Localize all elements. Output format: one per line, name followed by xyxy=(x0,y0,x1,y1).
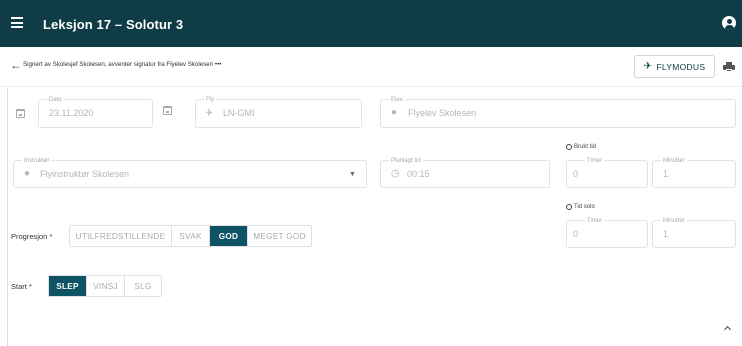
progression-option-svak[interactable]: SVAK xyxy=(172,226,210,246)
account-icon: ● xyxy=(24,168,31,179)
clock-icon: ◷ xyxy=(391,168,400,179)
hours-value: 0 xyxy=(573,169,579,179)
progression-toggle: UTILFREDSTILLENDE SVAK GOD MEGET GOD xyxy=(69,225,312,247)
solo-minutes-field[interactable]: Minutter 1 xyxy=(652,217,736,248)
progression-label: Progresjon * xyxy=(11,232,53,241)
minutes-value: 1 xyxy=(663,169,669,179)
used-hours-field[interactable]: Timer 0 xyxy=(566,157,648,188)
minutes-label: Minutter xyxy=(661,157,687,165)
hours-value: 0 xyxy=(573,229,579,239)
minutes-value: 1 xyxy=(663,229,669,239)
date-value: 23.11.2020 xyxy=(49,108,94,118)
progression-option-meget-god[interactable]: MEGET GOD xyxy=(248,226,311,246)
instructor-value: Flyinstruktør Skolesen xyxy=(40,169,130,179)
hours-label: Timer xyxy=(585,157,605,165)
start-option-vinsj[interactable]: VINSJ xyxy=(87,276,125,296)
dropdown-arrow-icon[interactable]: ▼ xyxy=(349,170,356,180)
airplane-icon: ✈ xyxy=(205,108,214,119)
app-bar: Leksjon 17 – Solotur 3 xyxy=(0,0,742,47)
instructor-select[interactable]: Instruktør ● Flyinstruktør Skolesen ▼ xyxy=(13,157,367,188)
back-arrow-icon[interactable]: ← xyxy=(10,59,22,71)
solo-time-title: Tid solo xyxy=(566,204,595,210)
progression-option-utilfredsstillende[interactable]: UTILFREDSTILLENDE xyxy=(70,226,172,246)
account-icon: ● xyxy=(391,107,398,118)
start-option-slep[interactable]: SLEP xyxy=(49,276,87,296)
student-value: Flyelev Skolesen xyxy=(408,108,477,118)
aircraft-label: Fly xyxy=(204,96,216,104)
planned-time-value: 00:15 xyxy=(407,169,430,179)
signature-status: Signert av Skolesjef Skolesen, avventer … xyxy=(23,61,222,68)
progression-option-god[interactable]: GOD xyxy=(210,226,248,246)
status-bar: ← Signert av Skolesjef Skolesen, avvente… xyxy=(0,47,742,87)
calendar-picker-icon[interactable] xyxy=(163,106,172,115)
aircraft-field[interactable]: Fly ✈ LN-GMI xyxy=(195,96,362,128)
flymodus-label: FLYMODUS xyxy=(656,61,706,72)
student-label: Elev xyxy=(389,96,405,104)
minutes-label: Minutter xyxy=(661,217,687,225)
airplane-icon: ✈ xyxy=(643,61,653,72)
used-time-title-text: Brukt tid xyxy=(574,144,597,150)
left-divider xyxy=(7,88,8,346)
hours-label: Timer xyxy=(585,217,605,225)
start-label: Start * xyxy=(11,282,32,291)
menu-icon[interactable] xyxy=(11,17,23,28)
solo-hours-field[interactable]: Timer 0 xyxy=(566,217,648,248)
solo-time-title-text: Tid solo xyxy=(574,204,595,210)
date-label: Dato xyxy=(47,96,64,104)
start-toggle: SLEP VINSJ SLG xyxy=(48,275,162,297)
calendar-icon xyxy=(16,109,25,118)
page-title: Leksjon 17 – Solotur 3 xyxy=(43,17,184,32)
instructor-label: Instruktør xyxy=(22,157,52,165)
flymodus-button[interactable]: ✈ FLYMODUS xyxy=(634,55,715,78)
used-time-title: Brukt tid xyxy=(566,144,596,150)
printer-icon[interactable] xyxy=(723,62,735,72)
planned-time-field[interactable]: Planlagt tid ◷ 00:15 xyxy=(380,157,550,188)
account-icon[interactable] xyxy=(722,16,736,30)
planned-time-label: Planlagt tid xyxy=(389,157,423,165)
student-field[interactable]: Elev ● Flyelev Skolesen xyxy=(380,96,736,128)
start-option-slg[interactable]: SLG xyxy=(125,276,161,296)
chevron-up-icon[interactable] xyxy=(724,324,732,332)
lesson-form: Dato 23.11.2020 Fly ✈ LN-GMI Elev ● Flye… xyxy=(0,88,742,346)
clock-icon xyxy=(566,204,572,210)
aircraft-value: LN-GMI xyxy=(223,108,255,118)
date-field[interactable]: Dato 23.11.2020 xyxy=(38,96,153,128)
used-minutes-field[interactable]: Minutter 1 xyxy=(652,157,736,188)
clock-icon xyxy=(566,144,572,150)
